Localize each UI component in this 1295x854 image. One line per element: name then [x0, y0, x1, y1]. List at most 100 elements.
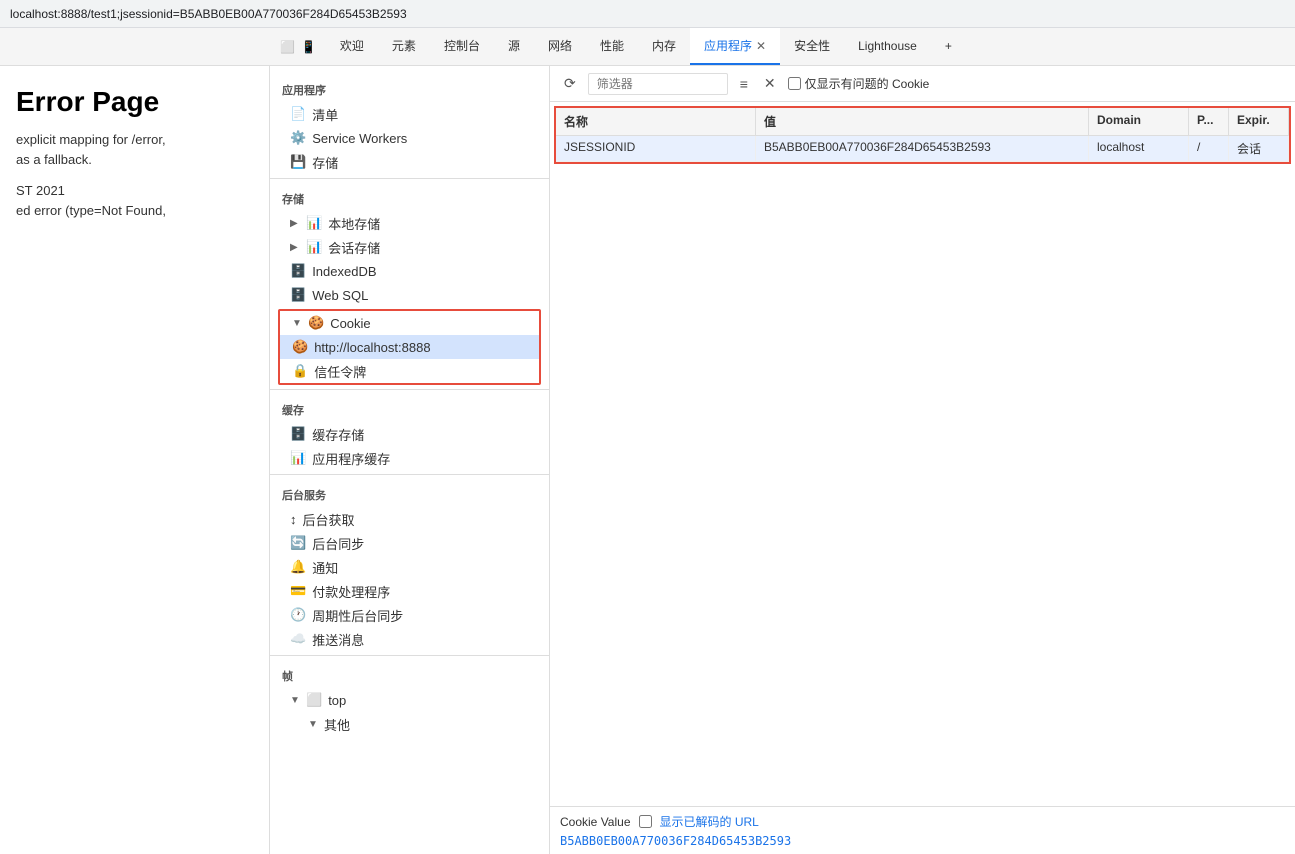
sidebar-item-cookie-label: Cookie: [330, 316, 370, 331]
tab-performance[interactable]: 性能: [586, 28, 638, 65]
sidebar-item-manifest-label: 清单: [312, 105, 338, 124]
cookie-table: 名称 值 Domain P... Expir. JSESSIONID B5ABB…: [554, 106, 1291, 164]
sidebar-section-application: 应用程序: [270, 74, 549, 102]
manifest-icon: 📄: [290, 106, 306, 122]
sidebar-item-storage-label: 存储: [312, 153, 338, 172]
sidebar-item-trust-token[interactable]: 🔒 信任令牌: [280, 359, 539, 383]
indexeddb-icon: 🗄️: [290, 263, 306, 279]
sidebar-item-push-label: 推送消息: [312, 630, 364, 649]
sidebar-item-periodic-sync-label: 周期性后台同步: [312, 606, 403, 625]
divider-2: [270, 389, 549, 390]
sidebar-item-app-cache[interactable]: 📊 应用程序缓存: [270, 446, 549, 470]
sidebar-item-sessionstorage[interactable]: ▶ 📊 会话存储: [270, 235, 549, 259]
tab-welcome[interactable]: 欢迎: [326, 28, 378, 65]
sidebar-item-notifications[interactable]: 🔔 通知: [270, 555, 549, 579]
sidebar-item-trust-token-label: 信任令牌: [314, 362, 366, 381]
sidebar-item-notifications-label: 通知: [312, 558, 338, 577]
tab-security[interactable]: 安全性: [780, 28, 844, 65]
sidebar-item-background-sync[interactable]: 🔄 后台同步: [270, 531, 549, 555]
arrow-icon-2: ▶: [290, 242, 300, 253]
tab-console[interactable]: 控制台: [430, 28, 494, 65]
show-decoded-label: 显示已解码的 URL: [660, 813, 759, 830]
sidebar-item-websql-label: Web SQL: [312, 288, 368, 303]
sidebar-item-frame-top[interactable]: ▼ ⬜ top: [270, 688, 549, 712]
filter-options-button[interactable]: ≡: [736, 74, 752, 94]
cell-domain: localhost: [1089, 136, 1189, 161]
sidebar-item-payment-handler[interactable]: 💳 付款处理程序: [270, 579, 549, 603]
col-header-domain: Domain: [1089, 108, 1189, 135]
tab-close-icon[interactable]: ✕: [756, 39, 766, 53]
main-layout: Error Page explicit mapping for /error, …: [0, 66, 1295, 854]
divider-3: [270, 474, 549, 475]
cookie-arrow-icon: ▼: [292, 318, 302, 329]
device-icon[interactable]: 📱: [301, 40, 316, 54]
sidebar-section-cache: 缓存: [270, 394, 549, 422]
page-text-line3: ST 2021: [16, 181, 253, 201]
content-toolbar: ⟳ ≡ ✕ 仅显示有问题的 Cookie: [550, 66, 1295, 102]
sidebar-item-storage[interactable]: 💾 存储: [270, 150, 549, 174]
sidebar-item-frame-other[interactable]: ▼ 其他: [270, 712, 549, 736]
filter-input[interactable]: [588, 73, 728, 95]
sidebar-item-cookie[interactable]: ▼ 🍪 Cookie: [280, 311, 539, 335]
sidebar: 应用程序 📄 清单 ⚙️ Service Workers 💾 存储 存储 ▶ 📊…: [270, 66, 550, 854]
content-spacer: [550, 168, 1295, 806]
sidebar-item-manifest[interactable]: 📄 清单: [270, 102, 549, 126]
sidebar-item-periodic-sync[interactable]: 🕐 周期性后台同步: [270, 603, 549, 627]
sidebar-item-app-cache-label: 应用程序缓存: [312, 449, 390, 468]
sidebar-item-localstorage[interactable]: ▶ 📊 本地存储: [270, 211, 549, 235]
show-problematic-text: 仅显示有问题的 Cookie: [805, 75, 930, 92]
sidebar-item-cookie-localhost[interactable]: 🍪 http://localhost:8888: [280, 335, 539, 359]
col-header-name: 名称: [556, 108, 756, 135]
tab-icon-group: ⬜ 📱: [270, 40, 326, 54]
tab-elements[interactable]: 元素: [378, 28, 430, 65]
sidebar-item-frame-top-label: top: [328, 693, 346, 708]
tab-memory[interactable]: 内存: [638, 28, 690, 65]
tab-add[interactable]: +: [931, 28, 966, 65]
sidebar-item-background-fetch-label: 后台获取: [303, 510, 355, 529]
cookie-icon: 🍪: [308, 315, 324, 331]
cookie-localhost-icon: 🍪: [292, 339, 308, 355]
sidebar-item-push[interactable]: ☁️ 推送消息: [270, 627, 549, 651]
address-bar: localhost:8888/test1;jsessionid=B5ABB0EB…: [0, 0, 1295, 28]
frame-top-icon: ⬜: [306, 692, 322, 708]
cache-storage-icon: 🗄️: [290, 426, 306, 442]
refresh-button[interactable]: ⟳: [560, 73, 580, 94]
col-header-value: 值: [756, 108, 1089, 135]
table-row[interactable]: JSESSIONID B5ABB0EB00A770036F284D65453B2…: [556, 136, 1289, 162]
sidebar-item-indexeddb-label: IndexedDB: [312, 264, 376, 279]
sidebar-item-cookie-localhost-label: http://localhost:8888: [314, 340, 430, 355]
select-icon[interactable]: ⬜: [280, 40, 295, 54]
cookie-value-title: Cookie Value: [560, 815, 631, 829]
app-cache-icon: 📊: [290, 450, 306, 466]
notifications-icon: 🔔: [290, 559, 306, 575]
sidebar-item-background-fetch[interactable]: ↕ 后台获取: [270, 507, 549, 531]
storage-icon: 💾: [290, 154, 306, 170]
sidebar-item-service-workers[interactable]: ⚙️ Service Workers: [270, 126, 549, 150]
sidebar-item-websql[interactable]: 🗄️ Web SQL: [270, 283, 549, 307]
table-header: 名称 值 Domain P... Expir.: [556, 108, 1289, 136]
show-problematic-label[interactable]: 仅显示有问题的 Cookie: [788, 75, 930, 92]
sidebar-item-service-workers-label: Service Workers: [312, 131, 407, 146]
tab-lighthouse[interactable]: Lighthouse: [844, 28, 931, 65]
divider-4: [270, 655, 549, 656]
sidebar-section-storage: 存储: [270, 183, 549, 211]
sidebar-item-indexeddb[interactable]: 🗄️ IndexedDB: [270, 259, 549, 283]
payment-handler-icon: 💳: [290, 583, 306, 599]
sidebar-item-localstorage-label: 本地存储: [328, 214, 380, 233]
tab-network[interactable]: 网络: [534, 28, 586, 65]
background-sync-icon: 🔄: [290, 535, 306, 551]
content-area: ⟳ ≡ ✕ 仅显示有问题的 Cookie 名称 值 Domain P... Ex…: [550, 66, 1295, 854]
arrow-icon: ▶: [290, 218, 300, 229]
trust-token-icon: 🔒: [292, 363, 308, 379]
push-icon: ☁️: [290, 631, 306, 647]
page-text-line4: ed error (type=Not Found,: [16, 201, 253, 221]
sidebar-item-cache-storage[interactable]: 🗄️ 缓存存储: [270, 422, 549, 446]
sidebar-item-sessionstorage-label: 会话存储: [328, 238, 380, 257]
tab-sources[interactable]: 源: [494, 28, 534, 65]
sessionstorage-icon: 📊: [306, 239, 322, 255]
show-decoded-checkbox[interactable]: [639, 815, 652, 828]
clear-filter-button[interactable]: ✕: [760, 73, 780, 94]
sidebar-section-frames: 帧: [270, 660, 549, 688]
tab-application[interactable]: 应用程序 ✕: [690, 28, 780, 65]
show-problematic-checkbox[interactable]: [788, 77, 801, 90]
